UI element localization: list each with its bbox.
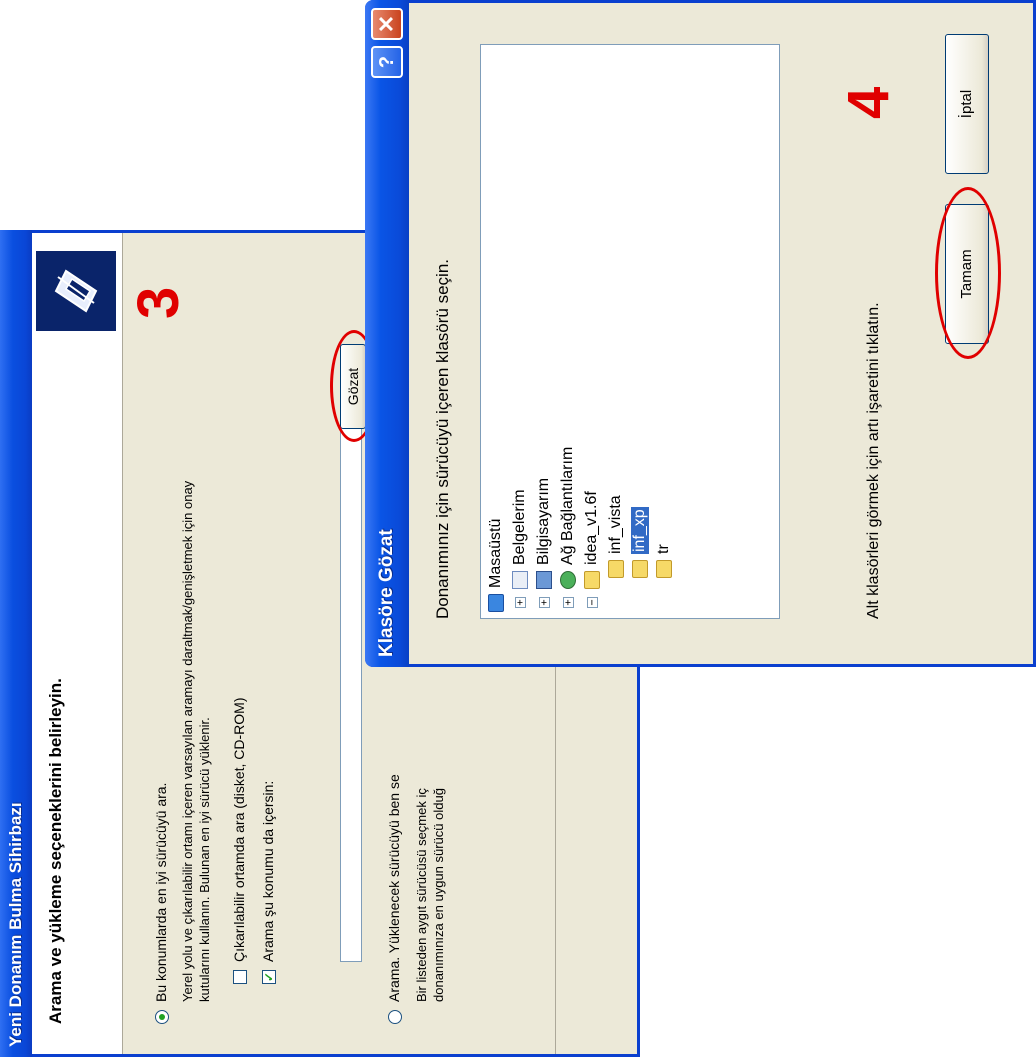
manual-select-label: Arama. Yüklenecek sürücüyü ben se <box>386 774 402 1002</box>
folder-icon <box>656 560 672 578</box>
expand-plus-icon[interactable]: + <box>562 597 574 608</box>
tree-node-my-computer[interactable]: + Bilgisayarım <box>533 478 555 608</box>
tree-label: Ağ Bağlantılarım <box>559 446 576 565</box>
folder-icon <box>608 560 624 578</box>
wizard-title: Yeni Donanım Bulma Sihirbazı <box>6 802 25 1047</box>
tree-node-tr[interactable]: tr <box>653 544 675 578</box>
tree-label: idea_v1.6f <box>583 491 600 565</box>
tree-label: Belgelerim <box>511 489 528 565</box>
tree-label: inf_vista <box>607 495 624 554</box>
browse-instruction: Donanımınız için sürücüyü içeren klasörü… <box>433 259 452 619</box>
search-desc-line2: kutularını kullanın. Bulunan en iyi sürü… <box>197 717 212 1002</box>
search-best-driver-label: Bu konumlarda en iyi sürücüyü ara. <box>153 782 169 1002</box>
expand-plus-icon[interactable]: + <box>538 597 550 608</box>
manual-desc-line2: donanımınıza en uygun sürücü olduğ <box>431 788 446 1002</box>
step-3-annotation: 3 <box>126 286 191 319</box>
tree-label: Masaüstü <box>487 518 504 588</box>
tree-label: tr <box>655 544 672 554</box>
cancel-button[interactable]: İptal <box>945 34 989 174</box>
tree-label-selected: inf_xp <box>631 507 649 554</box>
documents-icon <box>512 571 528 589</box>
wizard-heading: Arama ve yükleme seçeneklerini belirleyi… <box>46 678 65 1024</box>
computer-icon <box>536 571 552 589</box>
rotated-screenshot: Yeni Donanım Bulma Sihirbazı Arama ve yü… <box>0 0 1036 1057</box>
removable-media-label: Çıkarılabilir ortamda ara (disket, CD-RO… <box>231 697 247 963</box>
search-best-driver-radio[interactable] <box>155 1010 169 1024</box>
desktop-icon <box>488 594 504 612</box>
folder-icon <box>584 571 600 589</box>
wizard-titlebar: Yeni Donanım Bulma Sihirbazı <box>0 230 32 1057</box>
tree-node-inf-xp[interactable]: inf_xp <box>629 507 651 578</box>
tree-node-my-documents[interactable]: + Belgelerim <box>509 489 531 608</box>
network-icon <box>560 571 576 589</box>
manual-desc-line1: Bir listeden aygıt sürücüsü seçmek iç <box>414 788 429 1002</box>
include-location-label: Arama şu konumu da içersin: <box>260 780 276 962</box>
hardware-wizard-logo-icon <box>36 251 116 331</box>
folder-icon <box>632 560 648 578</box>
tree-label: Bilgisayarım <box>535 477 552 565</box>
expand-plus-icon[interactable]: + <box>514 597 526 608</box>
location-combobox[interactable]: ▼ <box>340 357 362 962</box>
tree-node-idea[interactable]: − idea_v1.6f <box>581 491 603 608</box>
tree-node-network[interactable]: + Ağ Bağlantılarım <box>557 447 579 608</box>
manual-select-radio[interactable] <box>388 1010 402 1024</box>
tree-node-inf-vista[interactable]: inf_vista <box>605 495 627 578</box>
step-4-annotation: 4 <box>836 86 901 119</box>
browse-title: Klasöre Gözat <box>376 529 397 657</box>
wizard-header: Arama ve yükleme seçeneklerini belirleyi… <box>32 233 123 1054</box>
search-desc-line1: Yerel yolu ve çıkarılabilir ortamı içere… <box>180 480 195 1002</box>
include-location-checkbox[interactable]: ✓ <box>262 970 276 984</box>
folder-tree[interactable]: Masaüstü + Belgelerim + Bilgisayarım + A… <box>480 44 780 619</box>
browse-hint: Alt klasörleri görmek için artı işaretin… <box>865 302 882 619</box>
browse-titlebar: Klasöre Gözat ? ✕ <box>365 0 409 667</box>
removable-media-checkbox[interactable] <box>233 970 247 984</box>
browse-button[interactable]: Gözat <box>340 344 366 429</box>
help-icon[interactable]: ? <box>371 46 403 78</box>
collapse-minus-icon[interactable]: − <box>586 597 598 608</box>
close-icon[interactable]: ✕ <box>371 8 403 40</box>
browse-folder-dialog: Klasöre Gözat ? ✕ Donanımınız için sürüc… <box>365 0 1036 667</box>
ok-button[interactable]: Tamam <box>945 204 989 344</box>
tree-node-desktop[interactable]: Masaüstü <box>485 519 507 612</box>
